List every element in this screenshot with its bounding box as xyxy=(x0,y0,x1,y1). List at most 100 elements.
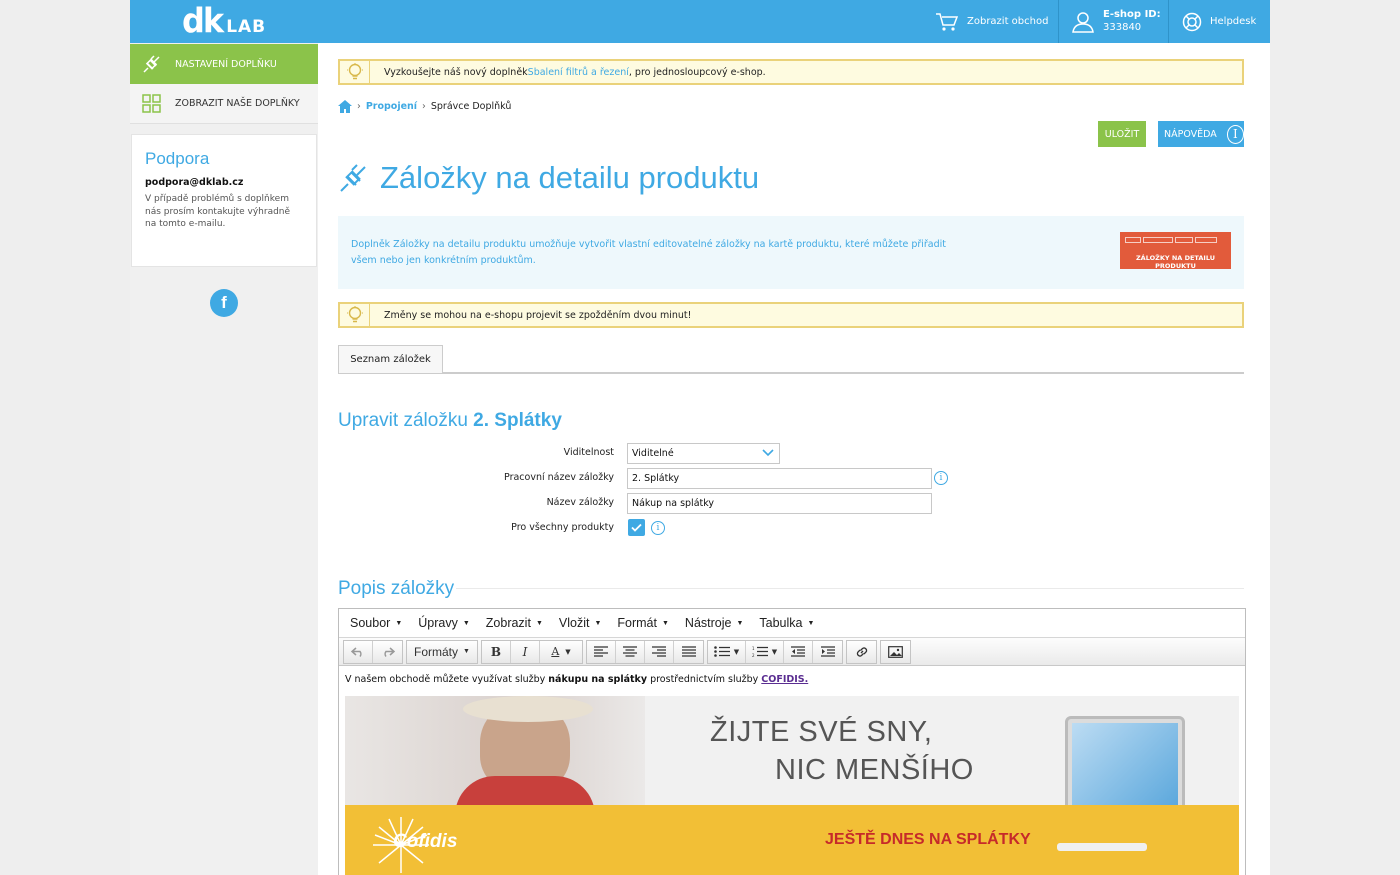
thumbnail-tab xyxy=(1125,237,1141,243)
app-window: dk LAB Zobrazit obchod E-shop ID: 333840 … xyxy=(130,0,1270,875)
check-icon xyxy=(631,523,642,532)
breadcrumb-link[interactable]: Propojení xyxy=(366,101,417,112)
menu-insert[interactable]: Vložit ▼ xyxy=(559,616,602,630)
help-label: Nápověda xyxy=(1164,128,1217,140)
tab-name-label: Název záložky xyxy=(546,497,614,508)
save-button[interactable]: Uložit xyxy=(1098,121,1146,147)
sidebar-item-label: Nastavení doplňku xyxy=(175,58,277,70)
editor-toolbar: Formáty ▼ B I A ▼ ▼ 1 2 ▼ xyxy=(339,637,1245,666)
lifebuoy-icon xyxy=(1182,12,1202,31)
tab-name-value: Nákup na splátky xyxy=(632,498,715,509)
facebook-letter: f xyxy=(221,293,227,312)
link-group xyxy=(846,639,877,664)
align-center-icon[interactable] xyxy=(616,640,645,663)
align-left-icon[interactable] xyxy=(587,640,616,663)
list-group: ▼ 1 2 ▼ xyxy=(707,639,843,664)
outdent-icon[interactable] xyxy=(784,640,813,663)
header-divider xyxy=(1058,0,1059,43)
bold-icon[interactable]: B xyxy=(482,640,511,663)
work-name-input[interactable]: 2. Splátky xyxy=(627,468,932,489)
show-shop-link[interactable]: Zobrazit obchod xyxy=(935,0,1048,43)
support-box: Podpora podpora@dklab.cz V případě probl… xyxy=(131,134,317,267)
alignment-group xyxy=(586,639,704,664)
menu-table[interactable]: Tabulka ▼ xyxy=(759,616,814,630)
keyboard-illustration xyxy=(1057,843,1147,851)
redo-icon[interactable] xyxy=(373,641,402,663)
info-icon[interactable]: i xyxy=(651,521,665,535)
sidebar-item-our-addons[interactable]: Zobrazit naše doplňky xyxy=(130,84,318,124)
tab-tab-list[interactable]: Seznam záložek xyxy=(338,345,443,373)
dklab-logo[interactable]: dk LAB xyxy=(182,1,266,41)
thumbnail-tab xyxy=(1143,237,1173,243)
description-title: Popis záložky xyxy=(338,578,455,599)
eshop-id-value: 333840 xyxy=(1103,22,1142,33)
content-before: V našem obchodě můžete využívat služby xyxy=(345,674,549,685)
bullet-list-icon[interactable]: ▼ xyxy=(708,640,746,663)
thumbnail-tab xyxy=(1175,237,1193,243)
link-icon[interactable] xyxy=(847,641,876,663)
sidebar-item-addon-settings[interactable]: Nastavení doplňku xyxy=(130,44,318,84)
eshop-id[interactable]: E-shop ID: 333840 xyxy=(1071,0,1161,43)
cofidis-link[interactable]: COFIDIS. xyxy=(761,674,808,685)
support-email[interactable]: podpora@dklab.cz xyxy=(145,177,303,188)
italic-icon[interactable]: I xyxy=(511,640,540,663)
helpdesk-link[interactable]: Helpdesk xyxy=(1182,0,1256,43)
editor-content[interactable]: V našem obchodě můžete využívat služby n… xyxy=(339,666,1245,693)
home-icon[interactable] xyxy=(338,100,352,113)
promo-text-after: , pro jednosloupcový e-shop. xyxy=(628,66,766,78)
content-paragraph: V našem obchodě můžete využívat služby n… xyxy=(345,674,1239,685)
facebook-icon[interactable]: f xyxy=(210,289,238,317)
caret-down-icon: ▼ xyxy=(463,648,470,655)
edit-section-name: 2. Splátky xyxy=(473,410,562,431)
banner-yellow-strip: Cofidis JEŠTĚ DNES NA SPLÁTKY xyxy=(345,805,1239,875)
delay-notice-text: Změny se mohou na e-shopu projevit se zp… xyxy=(384,309,692,321)
top-header: dk LAB Zobrazit obchod E-shop ID: 333840 … xyxy=(130,0,1270,43)
align-justify-icon[interactable] xyxy=(674,641,703,663)
help-button[interactable]: Nápověda i xyxy=(1158,121,1244,147)
visibility-select[interactable]: Viditelné xyxy=(627,443,780,464)
info-icon: i xyxy=(1226,124,1244,144)
visibility-label: Viditelnost xyxy=(563,447,614,458)
caret-down-icon: ▼ xyxy=(594,619,602,627)
undo-icon[interactable] xyxy=(344,640,373,663)
history-group xyxy=(343,639,403,664)
menu-label: Zobrazit xyxy=(485,616,531,630)
text-color-icon[interactable]: A ▼ xyxy=(540,641,582,663)
cart-icon xyxy=(936,12,959,31)
menu-format[interactable]: Formát ▼ xyxy=(617,616,669,630)
work-name-label: Pracovní název záložky xyxy=(504,472,614,483)
svg-text:2: 2 xyxy=(752,653,755,657)
tab-name-input[interactable]: Nákup na splátky xyxy=(627,493,932,514)
content-bold: nákupu na splátky xyxy=(548,674,648,685)
image-icon[interactable] xyxy=(881,641,910,663)
menu-tools[interactable]: Nástroje ▼ xyxy=(685,616,743,630)
numbered-list-icon[interactable]: 1 2 ▼ xyxy=(746,640,784,663)
indent-icon[interactable] xyxy=(813,641,842,663)
caret-down-icon: ▼ xyxy=(807,619,815,627)
plug-icon xyxy=(340,164,366,192)
align-right-icon[interactable] xyxy=(645,640,674,663)
menu-file[interactable]: Soubor ▼ xyxy=(350,616,402,630)
menu-view[interactable]: Zobrazit ▼ xyxy=(486,616,543,630)
all-products-checkbox[interactable] xyxy=(628,519,645,536)
addon-promo-notice: Vyzkoušejte náš nový doplněk Sbalení fil… xyxy=(338,59,1244,85)
caret-down-icon: ▼ xyxy=(661,619,669,627)
plug-icon xyxy=(140,52,164,76)
lightbulb-icon xyxy=(340,61,370,83)
grid-icon xyxy=(140,92,164,116)
info-icon[interactable]: i xyxy=(934,471,948,485)
delay-notice: Změny se mohou na e-shopu projevit se zp… xyxy=(338,302,1244,328)
formats-group: Formáty ▼ xyxy=(406,639,478,664)
banner-cta: JEŠTĚ DNES NA SPLÁTKY xyxy=(825,831,1031,848)
eshop-id-label: E-shop ID: xyxy=(1103,9,1161,20)
support-title: Podpora xyxy=(145,149,210,168)
content-middle: prostřednictvím služby xyxy=(647,674,762,685)
promo-link[interactable]: Sbalení filtrů a řezení xyxy=(528,67,629,78)
image-group xyxy=(880,639,911,664)
formats-dropdown[interactable]: Formáty ▼ xyxy=(407,641,477,663)
editor-menubar: Soubor ▼ Úpravy ▼ Zobrazit ▼ Vložit ▼ Formát… xyxy=(339,609,1245,637)
caret-down-icon: ▼ xyxy=(395,619,403,627)
work-name-value: 2. Splátky xyxy=(632,473,680,484)
show-shop-label: Zobrazit obchod xyxy=(967,16,1049,27)
menu-edit[interactable]: Úpravy ▼ xyxy=(418,616,470,630)
